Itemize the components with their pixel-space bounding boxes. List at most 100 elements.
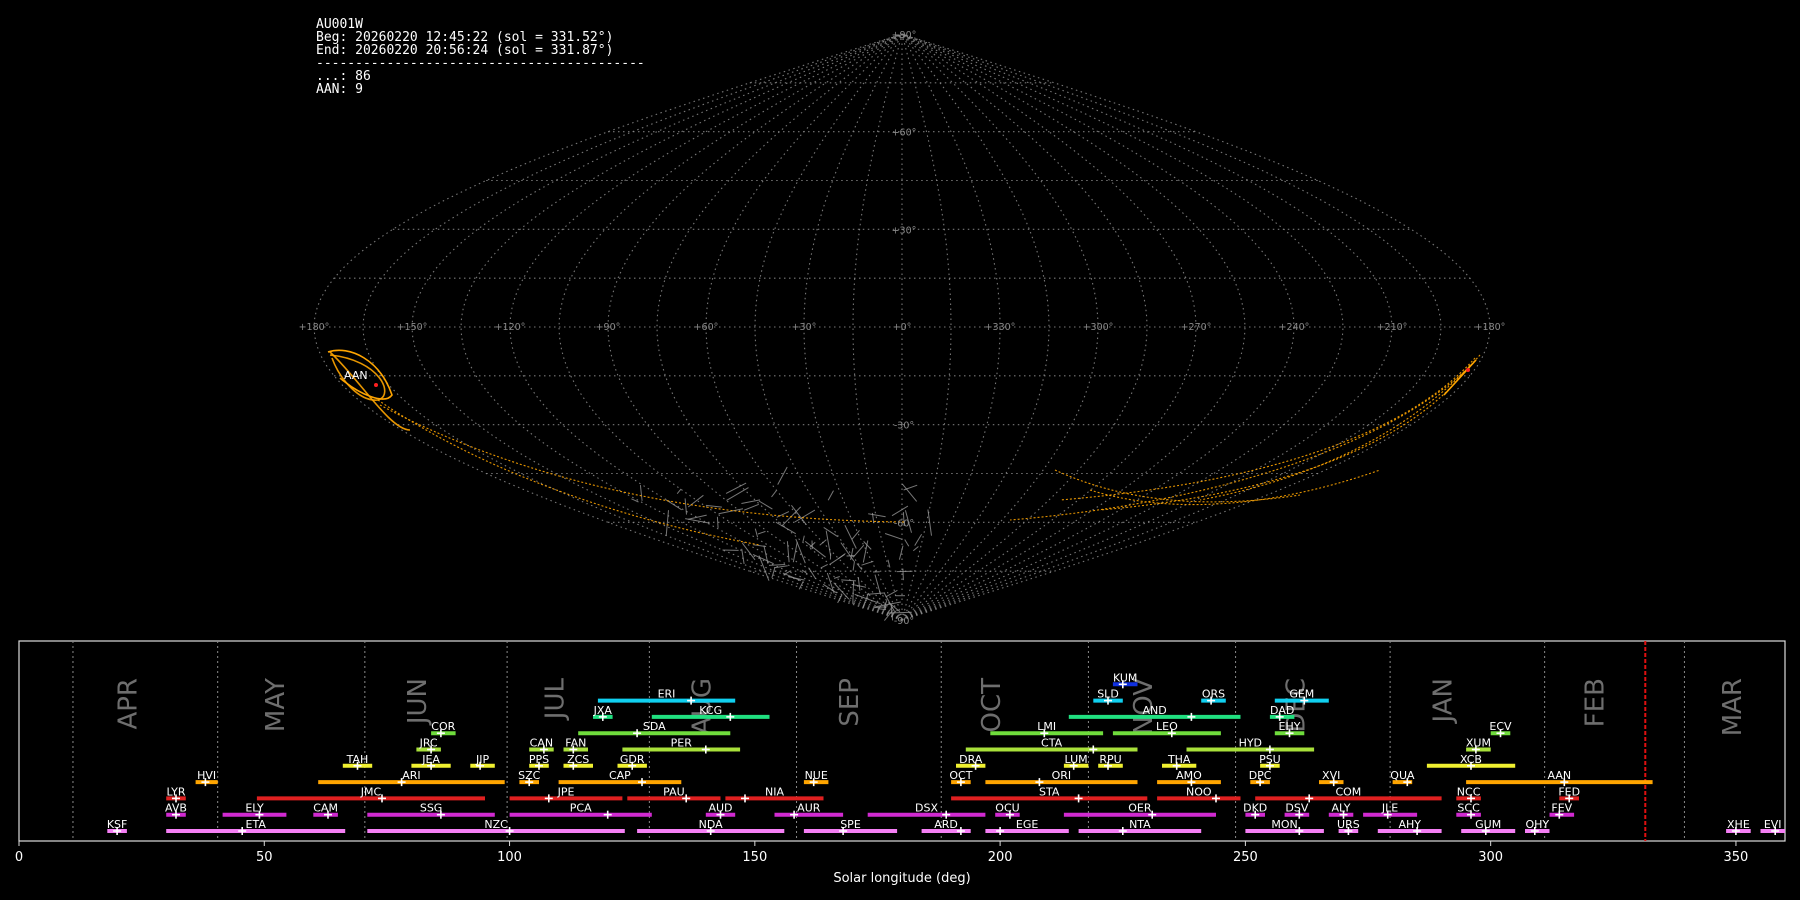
radiant-marker [1466,368,1470,372]
lon-label: +120° [495,322,526,333]
shower-code-label: COM [1335,785,1361,798]
shower-code-label: XUM [1466,737,1491,750]
sporadic-trail [874,574,882,595]
shower-code-label: KSF [107,818,128,831]
sporadic-trail [804,541,826,558]
shower-code-label: JPE [557,785,575,798]
sporadic-trail [827,490,834,501]
shower-code-label: AVB [165,802,187,815]
shower-label-aan: AAN [344,369,368,382]
grid-meridian [362,33,903,621]
shower-code-label: HVI [197,769,216,782]
lon-label: +90° [596,322,621,333]
shower-code-label: RPU [1099,753,1121,766]
shower-code-label: GEM [1289,688,1314,701]
shower-code-label: ELY [245,802,264,815]
shower-code-label: FEV [1551,802,1572,815]
sporadic-trail [665,510,669,536]
shower-code-label: DKD [1243,802,1267,815]
x-axis-label: Solar longitude (deg) [833,871,970,886]
month-label: MAY [261,678,291,732]
shower-code-label: LMI [1037,720,1056,733]
shower-code-label: THA [1167,753,1191,766]
shower-code-label: XVI [1322,769,1340,782]
shower-code-label: AMO [1176,769,1202,782]
shower-code-label: LEO [1156,720,1178,733]
shower-trail [1089,469,1381,506]
shower-code-label: JXA [593,704,613,717]
shower-code-label: GUM [1475,818,1501,831]
shower-code-label: CAN [530,737,553,750]
sporadic-trail [833,576,840,579]
sporadic-count: ...: 86 [316,69,371,84]
shower-code-label: ECV [1489,720,1512,733]
sporadic-trail [868,513,886,518]
shower-code-label: AUD [708,802,732,815]
shower-code-label: QUA [1390,769,1415,782]
shower-code-label: KUM [1113,671,1137,684]
x-tick-label: 100 [497,850,522,865]
month-label: MAR [1718,678,1748,736]
shower-code-label: AUR [797,802,821,815]
shower-trail [1443,359,1477,396]
sporadic-trail [777,466,788,485]
x-tick-label: 300 [1478,850,1503,865]
shower-code-label: KCG [699,704,722,717]
sporadic-trail [902,483,918,502]
sporadic-trail [825,530,832,556]
shower-code-label: MON [1271,818,1297,831]
sporadic-trail [754,528,759,538]
shower-code-label: JRC [419,737,438,750]
lon-label: +180° [1475,322,1506,333]
lon-label: +60° [694,322,719,333]
lon-label: +300° [1083,322,1114,333]
shower-code-label: AAN [1548,769,1572,782]
month-label: JUL [541,677,571,721]
shower-code-label: DSV [1285,802,1308,815]
lon-label: +270° [1181,322,1212,333]
lon-label: +30° [792,322,817,333]
shower-code-label: SSG [420,802,443,815]
x-axis: 0 50 100 150 200 250 300 350 [15,841,1748,865]
sporadic-trail [676,488,682,495]
shower-code-label: PAU [663,785,685,798]
observation-info: AU001W Beg: 20260220 12:45:22 (sol = 331.… [316,18,645,96]
shower-code-label: PPS [529,753,549,766]
sporadic-trail [794,509,816,523]
sporadic-trail [820,563,828,569]
shower-code-label: STA [1039,785,1060,798]
shower-code-label: NUE [805,769,828,782]
shower-trail [1009,359,1477,521]
shower-code-label: OCT [949,769,972,782]
sporadic-trail [757,530,766,535]
shower-trail [379,404,906,523]
shower-code-label: OCU [995,802,1019,815]
shower-code-label: LUM [1065,753,1088,766]
sporadic-trail [852,544,865,558]
sporadic-trail [852,561,855,571]
sporadic-trail [716,516,719,528]
shower-code-label: NIA [765,785,784,798]
shower-trail [1199,354,1481,501]
shower-code-label: DRA [959,753,983,766]
shower-code-label: DPC [1249,769,1272,782]
lat-label: +90° [892,30,917,41]
shower-code-label: ORS [1202,688,1225,701]
sporadic-trail [884,533,903,540]
sporadic-trail [726,487,749,501]
shower-code-label: ERI [658,688,676,701]
shower-code-label: NOO [1186,785,1212,798]
shower-code-label: AHY [1398,818,1421,831]
shower-code-label: EVI [1764,818,1782,831]
shower-code-label: JMC [360,785,382,798]
shower-code-label: PSU [1259,753,1281,766]
shower-code-label: XCB [1460,753,1482,766]
lat-label: +30° [892,225,917,236]
shower-code-label: XHE [1727,818,1750,831]
aan-count: AAN: 9 [316,82,363,97]
shower-trail [1059,357,1476,501]
lon-label: +240° [1279,322,1310,333]
month-label: OCT [977,678,1007,733]
shower-code-label: JLE [1381,802,1398,815]
shower-code-label: EHY [1279,720,1301,733]
